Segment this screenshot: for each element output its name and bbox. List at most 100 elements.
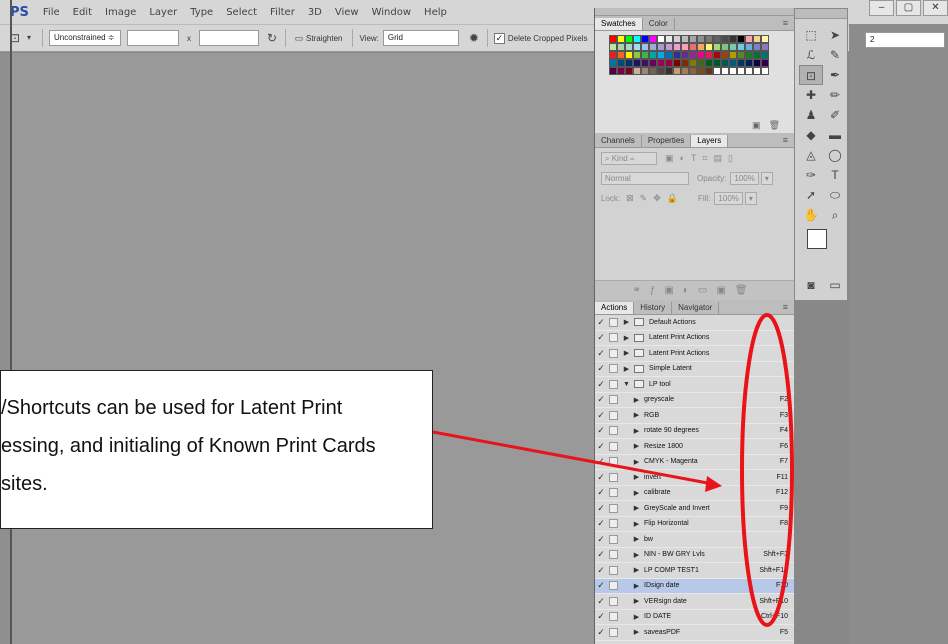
history-brush-tool-icon[interactable]: ✐ xyxy=(823,105,847,125)
menu-layer[interactable]: Layer xyxy=(149,7,177,18)
color-swatch[interactable] xyxy=(753,51,761,59)
color-swatch[interactable] xyxy=(745,43,753,51)
chevron-right-icon[interactable]: ▶ xyxy=(632,520,641,528)
color-swatch[interactable] xyxy=(649,51,657,59)
action-row[interactable]: ✓ ▶ GreyScale and Invert F9 xyxy=(595,501,794,517)
quick-select-tool-icon[interactable]: ✎ xyxy=(823,45,847,65)
dialog-toggle[interactable] xyxy=(609,333,618,343)
action-row[interactable]: ✓ ▶ RGB F3 xyxy=(595,408,794,424)
action-set-row[interactable]: ✓ ▶ Latent Print Actions xyxy=(595,331,794,346)
dialog-toggle[interactable] xyxy=(609,612,618,622)
color-swatch[interactable] xyxy=(713,67,721,75)
action-row[interactable]: ✓ ▶ CMYK - Magenta F7 xyxy=(595,455,794,470)
gear-icon[interactable]: ✹ xyxy=(467,31,481,45)
color-swatch[interactable] xyxy=(721,67,729,75)
dialog-toggle[interactable] xyxy=(609,441,618,451)
color-swatch[interactable] xyxy=(737,51,745,59)
dialog-toggle[interactable] xyxy=(609,519,618,529)
color-swatch[interactable] xyxy=(713,43,721,51)
chevron-right-icon[interactable]: ▶ xyxy=(622,334,631,342)
menu-type[interactable]: Type xyxy=(190,7,213,18)
color-swatch[interactable] xyxy=(697,43,705,51)
menu-edit[interactable]: Edit xyxy=(73,7,92,18)
chevron-right-icon[interactable]: ▶ xyxy=(632,458,641,466)
pen-tool-icon[interactable]: ✑ xyxy=(799,165,823,185)
dialog-toggle[interactable] xyxy=(609,488,618,498)
healing-tool-icon[interactable]: ✚ xyxy=(799,85,823,105)
color-swatch[interactable] xyxy=(657,43,665,51)
tab-color[interactable]: Color xyxy=(643,18,675,30)
color-swatch[interactable] xyxy=(705,35,713,43)
panel-menu-icon[interactable]: ≡ xyxy=(783,302,788,312)
color-swatch[interactable] xyxy=(633,43,641,51)
color-swatch[interactable] xyxy=(657,67,665,75)
color-swatch[interactable] xyxy=(721,59,729,67)
color-swatch[interactable] xyxy=(689,43,697,51)
blend-mode-select[interactable]: Normal xyxy=(601,171,689,185)
dialog-toggle[interactable] xyxy=(609,364,618,374)
action-row[interactable]: ✓ ▶ VERsign date Shft+F10 xyxy=(595,594,794,610)
filter-icons[interactable]: ▣◐T⌗▤▯ xyxy=(665,153,739,164)
check-icon[interactable]: ✓ xyxy=(595,425,607,436)
color-swatch[interactable] xyxy=(753,43,761,51)
color-swatch[interactable] xyxy=(617,51,625,59)
color-swatch[interactable] xyxy=(689,51,697,59)
straighten-icon[interactable]: ▭ xyxy=(292,31,306,45)
color-swatch[interactable] xyxy=(721,35,729,43)
panel-menu-icon[interactable]: ≡ xyxy=(783,18,788,28)
color-swatch[interactable] xyxy=(657,51,665,59)
check-icon[interactable]: ✓ xyxy=(595,317,607,328)
color-swatch[interactable] xyxy=(697,35,705,43)
color-swatch[interactable] xyxy=(745,67,753,75)
chevron-down-icon[interactable]: ▼ xyxy=(622,381,631,388)
height-field[interactable] xyxy=(199,30,259,46)
menu-image[interactable]: Image xyxy=(105,7,136,18)
ratio-select[interactable]: Unconstrained ≑ xyxy=(49,30,121,46)
canvas-area[interactable] xyxy=(0,53,594,644)
lock-icons[interactable]: ⊠✎✥🔒 xyxy=(626,193,684,204)
color-swatch[interactable] xyxy=(665,51,673,59)
tab-properties[interactable]: Properties xyxy=(642,135,692,147)
quick-mask-icon[interactable]: ◙ xyxy=(799,275,823,295)
foreground-color[interactable] xyxy=(807,229,827,249)
eraser-tool-icon[interactable]: ◆ xyxy=(799,125,823,145)
check-icon[interactable]: ✓ xyxy=(595,580,607,591)
check-icon[interactable]: ✓ xyxy=(595,627,607,638)
action-row[interactable]: ✓ ▶ ID DATE Ctrl+F10 xyxy=(595,610,794,625)
action-row[interactable]: ✓ ▶ invert F11 xyxy=(595,470,794,486)
color-swatch[interactable] xyxy=(681,43,689,51)
color-swatch[interactable] xyxy=(673,67,681,75)
check-icon[interactable]: ✓ xyxy=(595,456,607,467)
color-swatch[interactable] xyxy=(753,67,761,75)
chevron-down-icon[interactable]: ▾ xyxy=(22,31,36,45)
color-swatch[interactable] xyxy=(697,59,705,67)
color-swatch[interactable] xyxy=(713,59,721,67)
chevron-right-icon[interactable]: ▶ xyxy=(632,489,641,497)
color-swatch[interactable] xyxy=(609,43,617,51)
color-swatch[interactable] xyxy=(689,35,697,43)
color-swatch[interactable] xyxy=(617,59,625,67)
chevron-right-icon[interactable]: ▶ xyxy=(632,582,641,590)
dialog-toggle[interactable] xyxy=(609,426,618,436)
dialog-toggle[interactable] xyxy=(609,317,618,327)
dialog-toggle[interactable] xyxy=(609,581,618,591)
action-set-row[interactable]: ✓ ▼ LP tool xyxy=(595,377,794,393)
tab-actions[interactable]: Actions xyxy=(595,302,635,314)
color-swatch[interactable] xyxy=(681,51,689,59)
action-row[interactable]: ✓ ▶ LP COMP TEST1 Shft+F12 xyxy=(595,563,794,579)
dialog-toggle[interactable] xyxy=(609,534,618,544)
color-swatch[interactable] xyxy=(681,59,689,67)
color-swatch[interactable] xyxy=(673,59,681,67)
crop-tool-icon[interactable]: ⊡ xyxy=(799,65,823,85)
fill-field[interactable]: 100% xyxy=(714,191,743,205)
color-swatch[interactable] xyxy=(609,67,617,75)
chevron-right-icon[interactable]: ▶ xyxy=(632,427,641,435)
color-swatch[interactable] xyxy=(665,43,673,51)
menu-file[interactable]: File xyxy=(43,7,60,18)
color-swatch[interactable] xyxy=(673,35,681,43)
action-row[interactable]: ✓ ▶ Flip Horizontal F8 xyxy=(595,517,794,532)
tab-history[interactable]: History xyxy=(634,302,673,314)
dodge-tool-icon[interactable]: ◯ xyxy=(823,145,847,165)
color-swatch[interactable] xyxy=(609,35,617,43)
color-swatch[interactable] xyxy=(745,35,753,43)
